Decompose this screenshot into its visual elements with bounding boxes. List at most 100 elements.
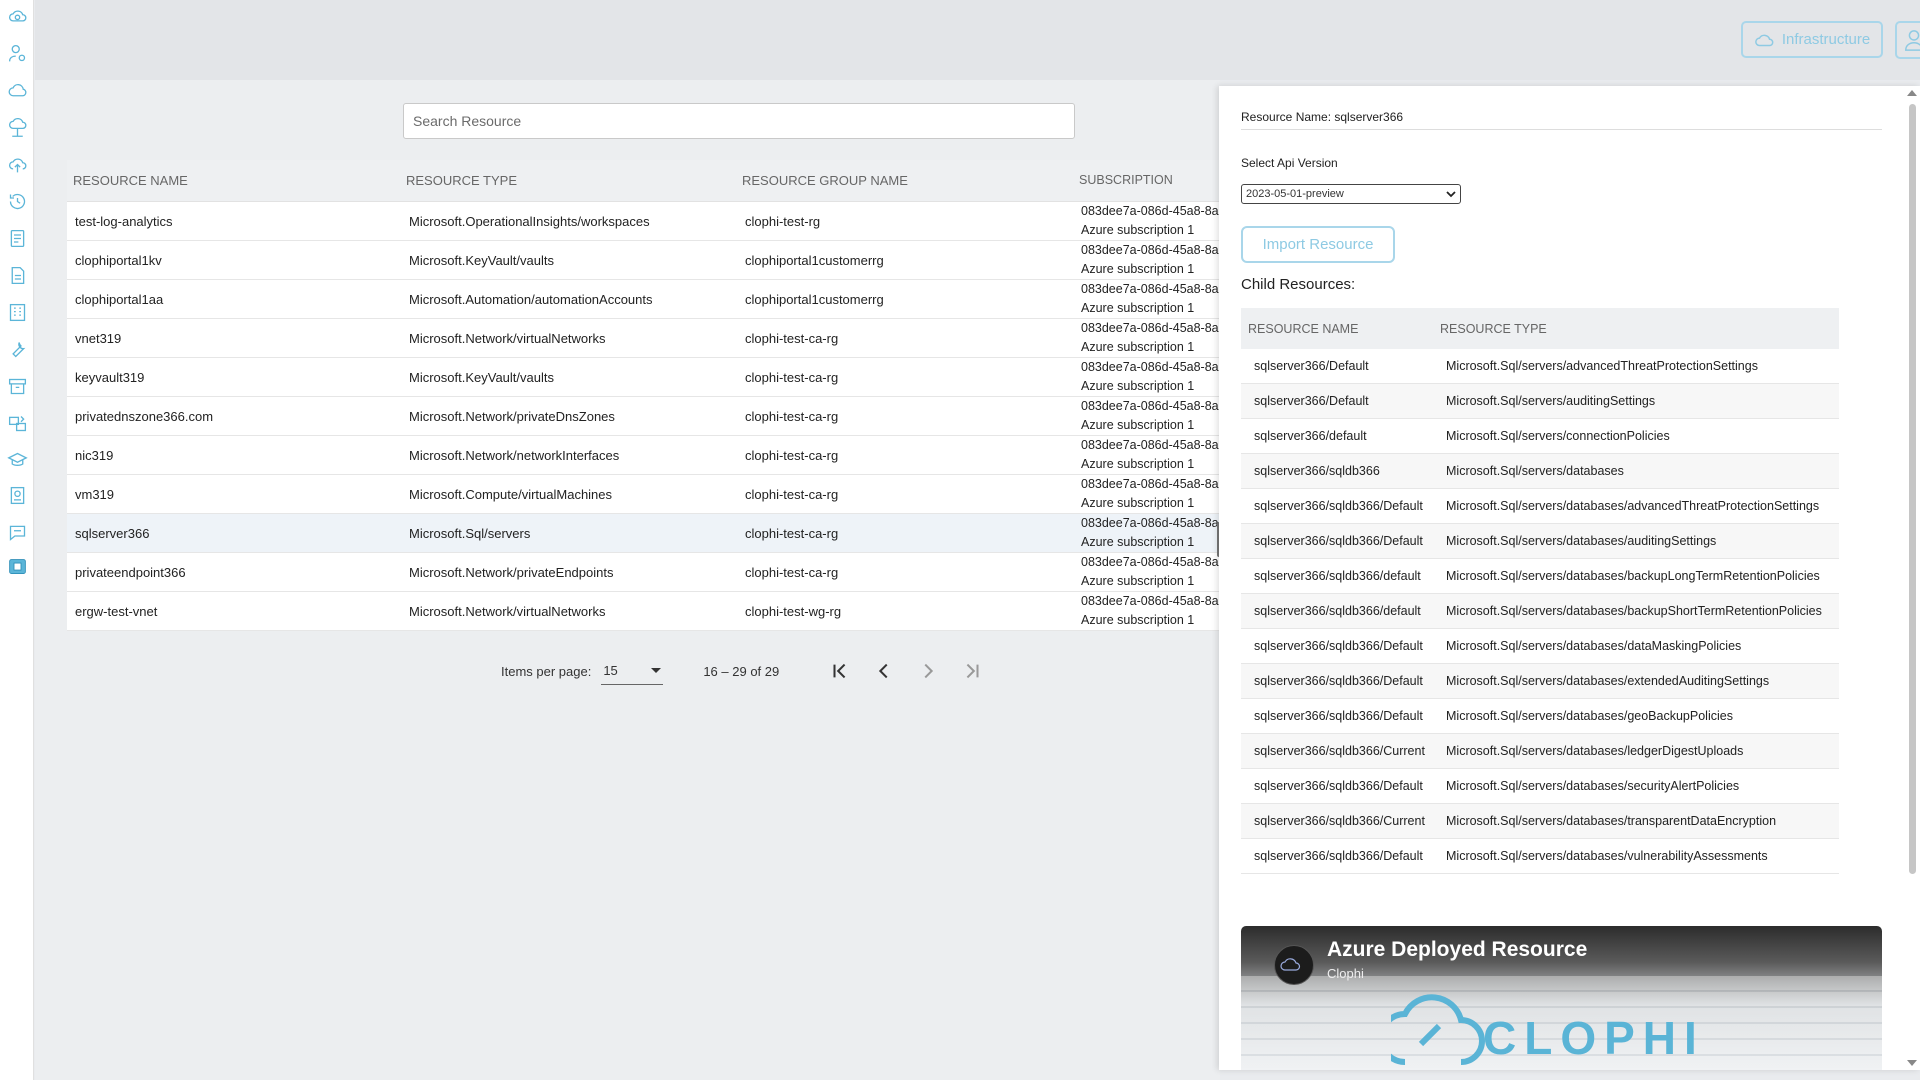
child-cell-type: Microsoft.Sql/servers/databases/vulnerab… [1446, 849, 1768, 863]
first-page-button[interactable] [825, 656, 855, 686]
child-table-row[interactable]: sqlserver366/Default Microsoft.Sql/server… [1241, 384, 1839, 419]
chevron-left-icon [879, 663, 888, 679]
column-header-resource-group[interactable]: RESOURCE GROUP NAME [739, 173, 1075, 188]
child-table-row[interactable]: sqlserver366/default Microsoft.Sql/server… [1241, 419, 1839, 454]
subscription-name: Azure subscription 1 [1081, 340, 1195, 354]
cell-resource-name: sqlserver366 [75, 525, 150, 541]
column-header-subscription[interactable]: SUBSCRIPTION [1075, 171, 1220, 190]
api-version-select[interactable]: 2023-05-01-preview [1241, 184, 1461, 204]
child-table-row[interactable]: sqlserver366/sqldb366/Default Microsoft.S… [1241, 769, 1839, 804]
subscription-id: 083dee7a-086d-45a8-8a5 [1081, 438, 1220, 452]
child-resources-table: RESOURCE NAME RESOURCE TYPE sqlserver366… [1241, 308, 1839, 874]
cell-subscription: 083dee7a-086d-45a8-8a5 Azure subscription… [1075, 436, 1220, 474]
table-row[interactable]: nic319 Microsoft.Network/networkInterface… [67, 436, 1220, 475]
child-table-row[interactable]: sqlserver366/sqldb366/Current Microsoft.S… [1241, 804, 1839, 839]
table-row[interactable]: vnet319 Microsoft.Network/virtualNetworks… [67, 319, 1220, 358]
cloud-upload-icon[interactable] [7, 154, 28, 175]
building-icon[interactable] [7, 302, 28, 323]
cloud-user-icon[interactable] [7, 117, 28, 138]
clophi-logo-icon [1280, 958, 1301, 971]
chat-icon[interactable] [7, 522, 28, 543]
next-page-button[interactable] [913, 656, 943, 686]
page-range-label: 16 – 29 of 29 [703, 663, 780, 679]
child-cell-name: sqlserver366/sqldb366/Default [1254, 674, 1423, 688]
child-cell-type: Microsoft.Sql/servers/databases/backupSh… [1446, 604, 1822, 618]
cell-resource-type: Microsoft.Compute/virtualMachines [409, 486, 613, 502]
cell-resource-group: clophi-test-ca-rg [745, 525, 839, 541]
last-page-button[interactable] [957, 656, 987, 686]
graduation-cap-icon[interactable] [7, 450, 28, 471]
user-profile-button[interactable] [1895, 21, 1920, 59]
package-icon[interactable] [7, 556, 28, 577]
child-table-row[interactable]: sqlserver366/sqldb366/Current Microsoft.S… [1241, 734, 1839, 769]
cell-subscription: 083dee7a-086d-45a8-8a5 Azure subscription… [1075, 592, 1220, 630]
archive-icon[interactable] [7, 376, 28, 397]
subscription-name: Azure subscription 1 [1081, 223, 1195, 237]
cell-resource-type: Microsoft.Network/virtualNetworks [409, 330, 606, 346]
child-table-row[interactable]: sqlserver366/Default Microsoft.Sql/server… [1241, 349, 1839, 384]
cell-resource-type: Microsoft.OperationalInsights/workspaces [409, 213, 650, 229]
user-settings-icon[interactable] [7, 43, 28, 64]
cell-resource-group: clophi-test-ca-rg [745, 447, 839, 463]
child-table-row[interactable]: sqlserver366/sqldb366/Default Microsoft.S… [1241, 699, 1839, 734]
column-header-resource-name[interactable]: RESOURCE NAME [67, 173, 403, 188]
transfer-icon[interactable] [7, 413, 28, 434]
table-row[interactable]: ergw-test-vnet Microsoft.Network/virtualN… [67, 592, 1220, 631]
table-row[interactable]: sqlserver366 Microsoft.Sql/servers clophi-… [67, 514, 1220, 553]
table-row[interactable]: keyvault319 Microsoft.KeyVault/vaults clop… [67, 358, 1220, 397]
cell-resource-type: Microsoft.Network/privateDnsZones [409, 408, 615, 424]
child-table-row[interactable]: sqlserver366/sqldb366/Default Microsoft.S… [1241, 664, 1839, 699]
wrench-icon[interactable] [7, 339, 28, 360]
child-cell-name: sqlserver366/sqldb366/Default [1254, 709, 1423, 723]
import-resource-button[interactable]: Import Resource [1241, 226, 1395, 263]
history-icon[interactable] [7, 191, 28, 212]
cell-resource-name: ergw-test-vnet [75, 603, 158, 619]
child-table-row[interactable]: sqlserver366/sqldb366/default Microsoft.S… [1241, 559, 1839, 594]
resource-table: RESOURCE NAME RESOURCE TYPE RESOURCE GRO… [67, 160, 1220, 631]
child-table-row[interactable]: sqlserver366/sqldb366/Default Microsoft.S… [1241, 629, 1839, 664]
cell-resource-name: privateendpoint366 [75, 564, 186, 580]
video-title: Azure Deployed Resource [1327, 938, 1588, 961]
cell-resource-name: nic319 [75, 447, 114, 463]
child-column-header-name[interactable]: RESOURCE NAME [1241, 322, 1439, 336]
table-row[interactable]: clophiportal1aa Microsoft.Automation/auto… [67, 280, 1220, 319]
document-icon[interactable] [7, 228, 28, 249]
subscription-name: Azure subscription 1 [1081, 301, 1195, 315]
table-row[interactable]: privatednszone366.com Microsoft.Network/p… [67, 397, 1220, 436]
table-row[interactable]: clophiportal1kv Microsoft.KeyVault/vaults… [67, 241, 1220, 280]
child-table-row[interactable]: sqlserver366/sqldb366 Microsoft.Sql/serve… [1241, 454, 1839, 489]
scroll-down-arrow-icon[interactable] [1907, 1060, 1917, 1066]
child-cell-type: Microsoft.Sql/servers/databases/ledgerDi… [1446, 744, 1744, 758]
table-row[interactable]: vm319 Microsoft.Compute/virtualMachines cl… [67, 475, 1220, 514]
report-icon[interactable] [7, 485, 28, 506]
video-thumbnail[interactable]: Azure Deployed Resource Clophi CLOPHI [1241, 926, 1882, 1070]
file-icon[interactable] [7, 265, 28, 286]
child-cell-name: sqlserver366/sqldb366/default [1254, 569, 1421, 583]
search-input[interactable] [403, 103, 1075, 139]
subscription-name: Azure subscription 1 [1081, 457, 1195, 471]
cloud-refresh-icon[interactable] [7, 6, 28, 27]
child-table-row[interactable]: sqlserver366/sqldb366/Default Microsoft.S… [1241, 524, 1839, 559]
cell-resource-type: Microsoft.Automation/automationAccounts [409, 291, 653, 307]
column-header-resource-type[interactable]: RESOURCE TYPE [403, 173, 739, 188]
table-row[interactable]: test-log-analytics Microsoft.OperationalI… [67, 202, 1220, 241]
table-row[interactable]: privateendpoint366 Microsoft.Network/priv… [67, 553, 1220, 592]
child-cell-name: sqlserver366/Default [1254, 359, 1369, 373]
child-column-header-type[interactable]: RESOURCE TYPE [1439, 322, 1839, 336]
cloud-icon[interactable] [7, 80, 28, 101]
subscription-id: 083dee7a-086d-45a8-8a5 [1081, 243, 1220, 257]
cell-subscription: 083dee7a-086d-45a8-8a5 Azure subscription… [1075, 280, 1220, 318]
child-table-row[interactable]: sqlserver366/sqldb366/Default Microsoft.S… [1241, 489, 1839, 524]
scroll-up-arrow-icon[interactable] [1907, 90, 1917, 96]
previous-page-button[interactable] [869, 656, 899, 686]
child-table-row[interactable]: sqlserver366/sqldb366/default Microsoft.S… [1241, 594, 1839, 629]
cell-resource-type: Microsoft.KeyVault/vaults [409, 252, 554, 268]
panel-scrollbar[interactable] [1909, 104, 1916, 874]
cell-resource-name: vnet319 [75, 330, 122, 346]
subscription-name: Azure subscription 1 [1081, 496, 1195, 510]
items-per-page-select[interactable]: 15 [601, 657, 664, 685]
cell-subscription: 083dee7a-086d-45a8-8a5 Azure subscription… [1075, 397, 1220, 435]
infrastructure-button[interactable]: Infrastructure [1741, 21, 1883, 58]
cell-resource-group: clophi-test-ca-rg [745, 486, 839, 502]
child-table-row[interactable]: sqlserver366/sqldb366/Default Microsoft.S… [1241, 839, 1839, 874]
